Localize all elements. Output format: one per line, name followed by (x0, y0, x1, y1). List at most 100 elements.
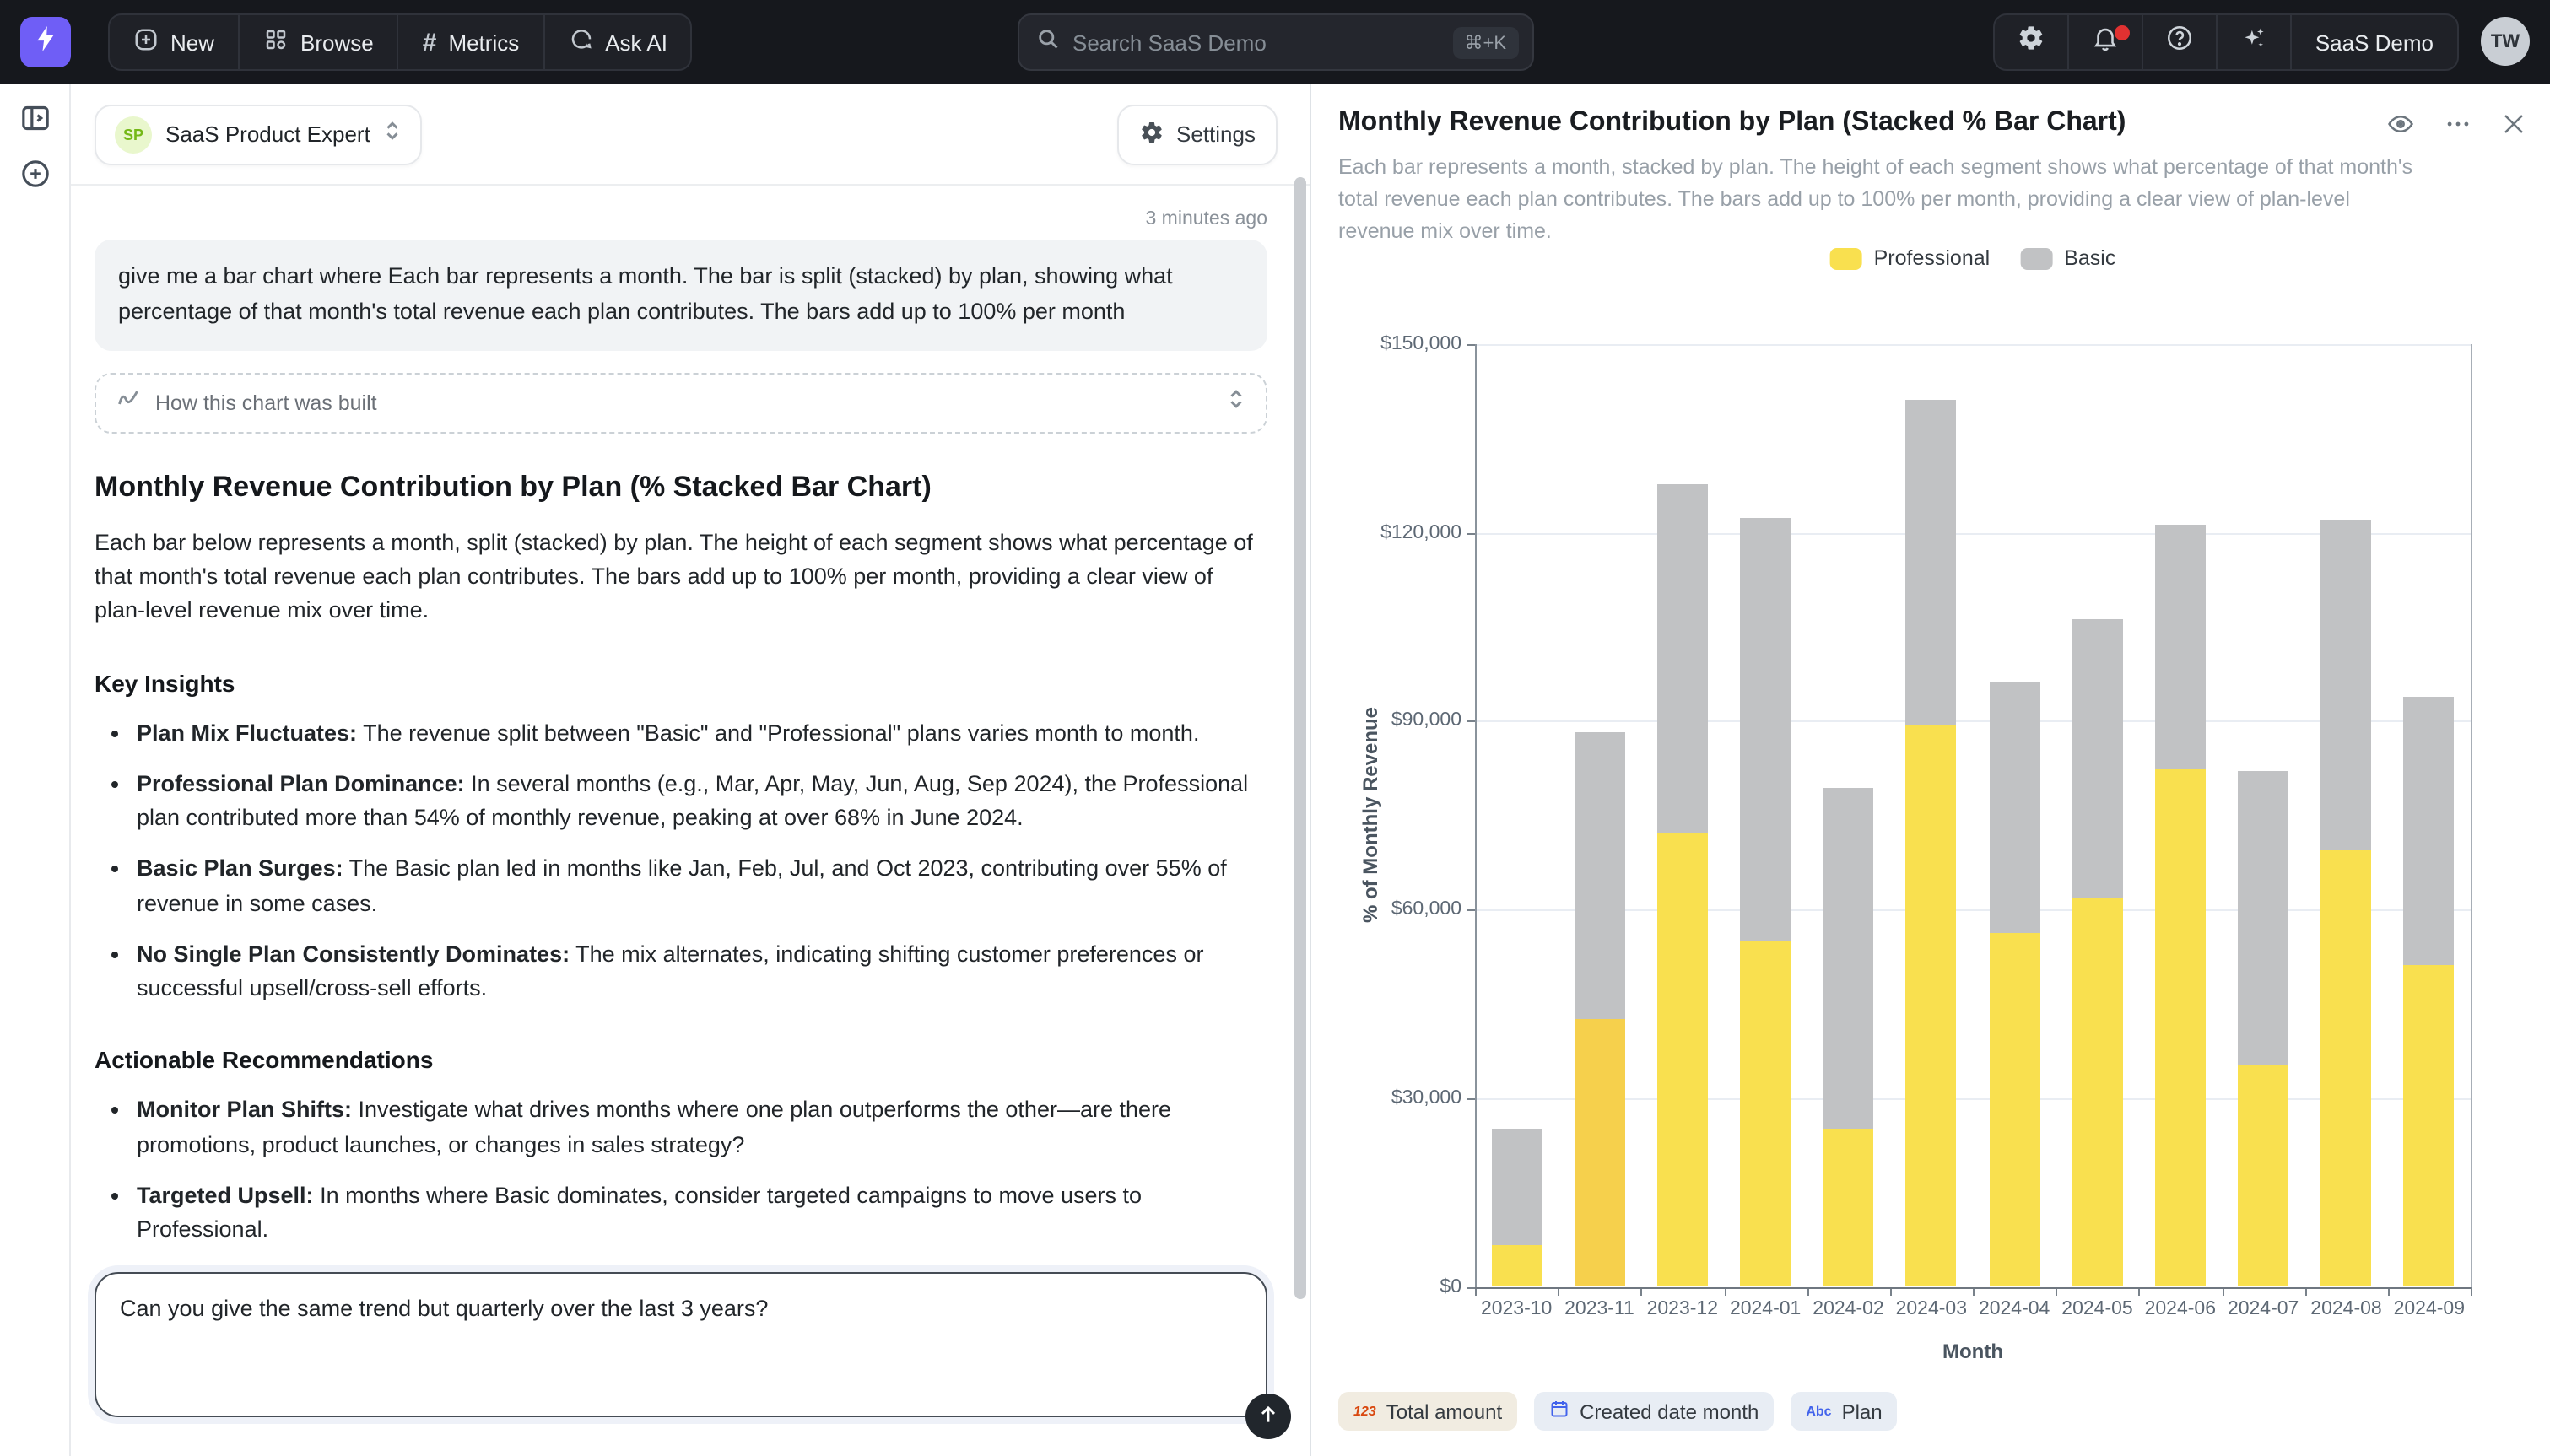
legend-item-professional[interactable]: Professional (1830, 246, 1991, 270)
chip-total-amount[interactable]: 123 Total amount (1338, 1392, 1517, 1431)
bar-segment-basic-2024-08[interactable] (2321, 519, 2372, 850)
main-area: SP SaaS Product Expert Settings 3 minute… (0, 84, 2550, 1456)
bar-segment-professional-2024-02[interactable] (1823, 1128, 1874, 1286)
chat-message-list[interactable]: 3 minutes ago give me a bar chart where … (71, 186, 1310, 1269)
bar-segment-basic-2023-12[interactable] (1657, 485, 1708, 834)
browse-button[interactable]: Browse (238, 15, 397, 69)
agent-avatar: SP (115, 116, 152, 153)
nav-label: New (170, 30, 214, 55)
user-message-bubble: give me a bar chart where Each bar repre… (95, 240, 1267, 351)
y-tick-label: $150,000 (1340, 334, 1461, 354)
left-rail (0, 84, 71, 1456)
bar-segment-basic-2024-05[interactable] (2072, 619, 2123, 898)
chart-legend: Professional Basic (1830, 246, 2116, 270)
sparkles-icon (2239, 24, 2268, 61)
bar-segment-basic-2024-06[interactable] (2155, 525, 2206, 768)
answer-title: Monthly Revenue Contribution by Plan (% … (95, 471, 1267, 504)
chevron-up-down-icon (384, 119, 402, 149)
y-axis-line (1475, 344, 1477, 1286)
org-switcher[interactable]: SaaS Demo (2290, 15, 2457, 69)
app-window: New Browse # Metrics Ask AI (0, 0, 2550, 1456)
settings-label: Settings (1176, 121, 1256, 147)
y-tick-mark (1467, 909, 1475, 911)
chat-panel: SP SaaS Product Expert Settings 3 minute… (71, 84, 1311, 1456)
bar-segment-professional-2023-11[interactable] (1575, 1019, 1625, 1286)
bar-segment-professional-2023-10[interactable] (1491, 1245, 1542, 1286)
x-tick-label: 2024-09 (2379, 1298, 2480, 1318)
user-avatar[interactable]: TW (2481, 17, 2530, 66)
list-item: Targeted Upsell: In months where Basic d… (137, 1179, 1267, 1248)
bar-segment-basic-2024-02[interactable] (1823, 788, 1874, 1129)
list-item: Plan Mix Fluctuates: The revenue split b… (137, 716, 1267, 751)
plus-circle-icon (18, 169, 51, 197)
bar-segment-basic-2023-10[interactable] (1491, 1130, 1542, 1245)
bar-segment-basic-2024-04[interactable] (1989, 681, 2039, 933)
ai-sparkles-button[interactable] (2216, 15, 2290, 69)
legend-swatch (1830, 247, 1862, 269)
agent-name: SaaS Product Expert (165, 121, 370, 147)
global-search-input[interactable]: Search SaaS Demo ⌘+K (1017, 13, 1533, 71)
y-tick-label: $0 (1340, 1276, 1461, 1297)
hash-icon: # (423, 30, 437, 55)
chip-created-date-month[interactable]: Created date month (1534, 1392, 1774, 1431)
app-logo[interactable] (20, 17, 71, 67)
legend-label: Basic (2064, 246, 2115, 270)
bar-segment-basic-2024-03[interactable] (1906, 400, 1957, 726)
navbar-actions: SaaS Demo (1993, 13, 2459, 71)
answer-intro: Each bar below represents a month, split… (95, 526, 1267, 629)
y-tick-mark (1467, 721, 1475, 723)
nav-label: Metrics (448, 30, 519, 55)
search-placeholder: Search SaaS Demo (1072, 30, 1452, 55)
key-insights-list: Plan Mix Fluctuates: The revenue split b… (95, 716, 1267, 1006)
metrics-button[interactable]: # Metrics (397, 15, 543, 69)
bar-segment-basic-2024-09[interactable] (2404, 696, 2455, 965)
agent-settings-button[interactable]: Settings (1117, 104, 1278, 164)
search-shortcut-badge: ⌘+K (1452, 26, 1518, 58)
top-navbar: New Browse # Metrics Ask AI (0, 0, 2550, 84)
chat-scrollbar[interactable] (1294, 177, 1306, 1299)
x-axis-title: Month (1942, 1340, 2003, 1363)
ask-ai-button[interactable]: Ask AI (543, 15, 691, 69)
notification-dot (2115, 25, 2130, 40)
bar-segment-professional-2024-06[interactable] (2155, 768, 2206, 1286)
bar-segment-professional-2024-07[interactable] (2238, 1065, 2288, 1286)
plus-square-icon (133, 27, 159, 57)
legend-label: Professional (1874, 246, 1991, 270)
bar-segment-professional-2024-09[interactable] (2404, 965, 2455, 1286)
settings-gear-button[interactable] (1995, 15, 2067, 69)
how-chart-built-toggle[interactable]: How this chart was built (95, 373, 1267, 434)
gear-icon (1139, 119, 1164, 149)
trend-chart-icon (116, 387, 140, 419)
bar-segment-professional-2023-12[interactable] (1657, 834, 1708, 1286)
bar-segment-basic-2023-11[interactable] (1575, 731, 1625, 1018)
nav-label: Browse (300, 30, 374, 55)
nav-label: Ask AI (605, 30, 667, 55)
bar-segment-professional-2024-04[interactable] (1989, 933, 2039, 1286)
help-icon (2165, 24, 2194, 61)
chip-plan[interactable]: Abc Plan (1791, 1392, 1897, 1431)
y-tick-mark (1467, 344, 1475, 346)
legend-item-basic[interactable]: Basic (2020, 246, 2115, 270)
bar-segment-professional-2024-01[interactable] (1740, 942, 1791, 1286)
help-button[interactable] (2142, 15, 2216, 69)
new-thread-button[interactable] (18, 157, 51, 191)
bar-segment-basic-2024-01[interactable] (1740, 518, 1791, 942)
bar-segment-basic-2024-07[interactable] (2238, 771, 2288, 1065)
agent-selector[interactable]: SP SaaS Product Expert (95, 104, 423, 164)
bar-segment-professional-2024-08[interactable] (2321, 850, 2372, 1286)
right-axis-line (2471, 344, 2472, 1286)
bar-segment-professional-2024-05[interactable] (2072, 898, 2123, 1286)
chat-header: SP SaaS Product Expert Settings (71, 84, 1310, 186)
notifications-button[interactable] (2067, 15, 2142, 69)
list-item: No Single Plan Consistently Dominates: T… (137, 938, 1267, 1006)
chat-input[interactable]: Can you give the same trend but quarterl… (95, 1272, 1267, 1417)
new-button[interactable]: New (110, 15, 238, 69)
send-button[interactable] (1245, 1394, 1291, 1439)
list-item: Monitor Plan Shifts: Investigate what dr… (137, 1094, 1267, 1162)
field-chips: 123 Total amount Created date month Abc … (1338, 1392, 1898, 1431)
message-timestamp: 3 minutes ago (95, 209, 1267, 229)
chevron-up-down-icon (1227, 388, 1245, 418)
grid-icon (263, 27, 289, 57)
toggle-sidebar-button[interactable] (18, 101, 51, 135)
bar-segment-professional-2024-03[interactable] (1906, 726, 1957, 1286)
